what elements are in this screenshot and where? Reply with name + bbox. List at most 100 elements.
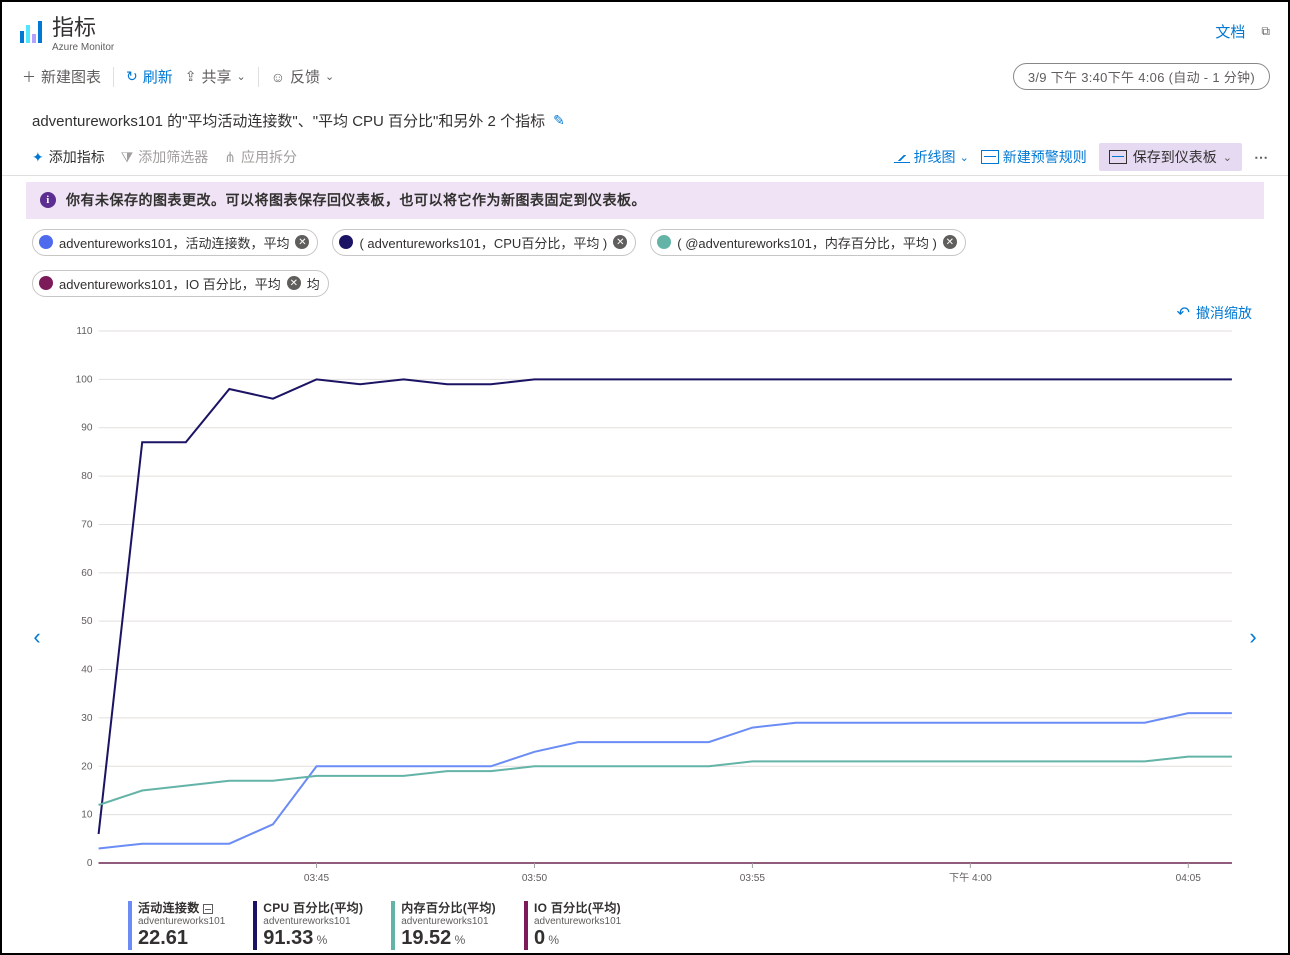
metric-pill[interactable]: ( @adventureworks101，内存百分比，平均 ) — [650, 229, 966, 256]
share-icon: ⇪ — [185, 68, 197, 85]
svg-text:20: 20 — [81, 761, 93, 772]
chevron-down-icon: ⌄ — [1223, 151, 1232, 164]
chart-legend: 活动连接数adventureworks10122.61CPU 百分比(平均)ad… — [48, 893, 1242, 950]
edit-title-icon[interactable]: ✎ — [553, 112, 565, 129]
new-chart-button[interactable]: ＋ 新建图表 — [22, 66, 101, 87]
metric-pill-label: adventureworks101，活动连接数，平均 — [59, 233, 289, 252]
svg-text:60: 60 — [81, 568, 93, 579]
legend-value: 22.61 — [138, 927, 225, 950]
svg-text:30: 30 — [81, 713, 93, 724]
svg-text:03:55: 03:55 — [740, 873, 766, 884]
add-metric-button[interactable]: ✦ 添加指标 — [32, 147, 105, 167]
legend-value: 91.33 % — [263, 927, 363, 950]
chevron-down-icon: ⌄ — [960, 151, 969, 164]
svg-text:10: 10 — [81, 809, 93, 820]
next-time-button[interactable]: › — [1242, 323, 1264, 950]
chart-type-label: 折线图 — [914, 147, 956, 167]
chart-type-selector[interactable]: 折线图 ⌄ — [894, 147, 969, 167]
azure-monitor-logo-icon — [20, 21, 42, 43]
legend-scope: adventureworks101 — [401, 916, 496, 928]
metric-icon: ✦ — [32, 149, 44, 166]
add-metric-label: 添加指标 — [49, 147, 105, 167]
metric-pill[interactable]: adventureworks101，IO 百分比，平均 均 — [32, 270, 329, 297]
refresh-button[interactable]: ↻ 刷新 — [126, 66, 173, 87]
metric-color-swatch — [39, 276, 53, 290]
add-filter-label: 添加筛选器 — [138, 147, 208, 167]
page-header: 指标 Azure Monitor 文档 ⧉ — [2, 2, 1288, 57]
svg-text:40: 40 — [81, 664, 93, 675]
plus-icon: ＋ — [22, 67, 36, 87]
line-chart-icon — [894, 151, 910, 163]
close-icon[interactable] — [287, 276, 301, 290]
new-alert-rule-button[interactable]: 新建预警规则 — [981, 147, 1087, 167]
banner-text: 你有未保存的图表更改。可以将图表保存回仪表板，也可以将它作为新图表固定到仪表板。 — [66, 192, 646, 209]
add-filter-button: ⧩ 添加筛选器 — [121, 147, 209, 167]
legend-item[interactable]: IO 百分比(平均)adventureworks1010 % — [524, 901, 621, 950]
chevron-down-icon: ⌄ — [237, 70, 246, 83]
metric-color-swatch — [39, 235, 53, 249]
separator — [113, 67, 114, 87]
legend-metric-name: CPU 百分比(平均) — [263, 902, 363, 916]
svg-text:80: 80 — [81, 471, 93, 482]
filter-icon: ⧩ — [121, 149, 134, 166]
svg-text:110: 110 — [76, 326, 93, 337]
legend-item[interactable]: 活动连接数adventureworks10122.61 — [128, 901, 225, 950]
metric-color-swatch — [339, 235, 353, 249]
more-options-button[interactable]: ⋯ — [1254, 149, 1270, 166]
split-icon: ⋔ — [224, 149, 236, 166]
undo-icon: ↶ — [1177, 303, 1190, 323]
metric-pill-label: adventureworks101，IO 百分比，平均 — [59, 274, 281, 293]
share-button[interactable]: ⇪ 共享 ⌄ — [185, 66, 246, 87]
undo-zoom-label: 撤消缩放 — [1196, 303, 1252, 323]
info-icon: i — [40, 192, 56, 208]
svg-text:0: 0 — [87, 858, 93, 869]
metric-pill-row: adventureworks101，活动连接数，平均 ( adventurewor… — [2, 225, 1288, 297]
separator — [258, 67, 259, 87]
legend-scope: adventureworks101 — [138, 916, 225, 928]
docs-link[interactable]: 文档 — [1215, 21, 1245, 42]
svg-text:04:05: 04:05 — [1176, 873, 1202, 884]
new-alert-rule-label: 新建预警规则 — [1003, 147, 1087, 167]
time-range-selector[interactable]: 3/9 下午 3:40下午 4:06 (自动 - 1 分钟) — [1013, 63, 1270, 90]
chart-title: adventureworks101 的"平均活动连接数"、"平均 CPU 百分比… — [32, 110, 545, 131]
new-chart-label: 新建图表 — [41, 66, 101, 87]
metric-pill-label: ( @adventureworks101，内存百分比，平均 ) — [677, 233, 937, 252]
svg-text:100: 100 — [76, 374, 93, 385]
legend-metric-name: IO 百分比(平均) — [534, 902, 621, 916]
smiley-icon: ☺ — [271, 69, 285, 85]
legend-item[interactable]: 内存百分比(平均)adventureworks10119.52 % — [391, 901, 496, 950]
metric-pill-tail: 均 — [307, 274, 320, 293]
save-to-dashboard-button[interactable]: 保存到仪表板 ⌄ — [1099, 143, 1242, 171]
legend-value: 19.52 % — [401, 927, 496, 950]
save-to-dashboard-label: 保存到仪表板 — [1133, 147, 1217, 167]
external-link-icon[interactable]: ⧉ — [1261, 24, 1270, 39]
feedback-button[interactable]: ☺ 反馈 ⌄ — [271, 66, 335, 87]
close-icon[interactable] — [943, 235, 957, 249]
svg-text:03:50: 03:50 — [522, 873, 548, 884]
svg-text:下午 4:00: 下午 4:00 — [949, 871, 992, 884]
svg-text:70: 70 — [81, 519, 93, 530]
prev-time-button[interactable]: ‹ — [26, 323, 48, 950]
metric-pill-label: ( adventureworks101，CPU百分比，平均 ) — [359, 233, 607, 252]
svg-text:90: 90 — [81, 423, 93, 434]
command-bar: ＋ 新建图表 ↻ 刷新 ⇪ 共享 ⌄ ☺ 反馈 ⌄ 3/9 下午 3:40下午 … — [2, 57, 1288, 96]
legend-scope: adventureworks101 — [534, 916, 621, 928]
legend-value: 0 % — [534, 927, 621, 950]
page-subtitle: Azure Monitor — [52, 42, 114, 53]
unsaved-changes-banner: i 你有未保存的图表更改。可以将图表保存回仪表板，也可以将它作为新图表固定到仪表… — [26, 182, 1264, 219]
svg-text:50: 50 — [81, 616, 93, 627]
legend-scope: adventureworks101 — [263, 916, 363, 928]
undo-zoom-button[interactable]: ↶ 撤消缩放 — [1177, 303, 1252, 323]
legend-metric-name: 活动连接数 — [138, 902, 200, 916]
metrics-line-chart: 0 10 20 30 40 50 60 70 80 90 100 110 03:45 03:50 03:5… — [48, 323, 1242, 893]
metric-pill[interactable]: ( adventureworks101，CPU百分比，平均 ) — [332, 229, 636, 256]
close-icon[interactable] — [295, 235, 309, 249]
share-label: 共享 — [202, 66, 232, 87]
truncated-indicator-icon — [203, 904, 213, 914]
chevron-down-icon: ⌄ — [325, 70, 334, 83]
metric-pill[interactable]: adventureworks101，活动连接数，平均 — [32, 229, 318, 256]
apply-split-button: ⋔ 应用拆分 — [224, 147, 297, 167]
legend-item[interactable]: CPU 百分比(平均)adventureworks10191.33 % — [253, 901, 363, 950]
svg-text:03:45: 03:45 — [304, 873, 330, 884]
close-icon[interactable] — [613, 235, 627, 249]
